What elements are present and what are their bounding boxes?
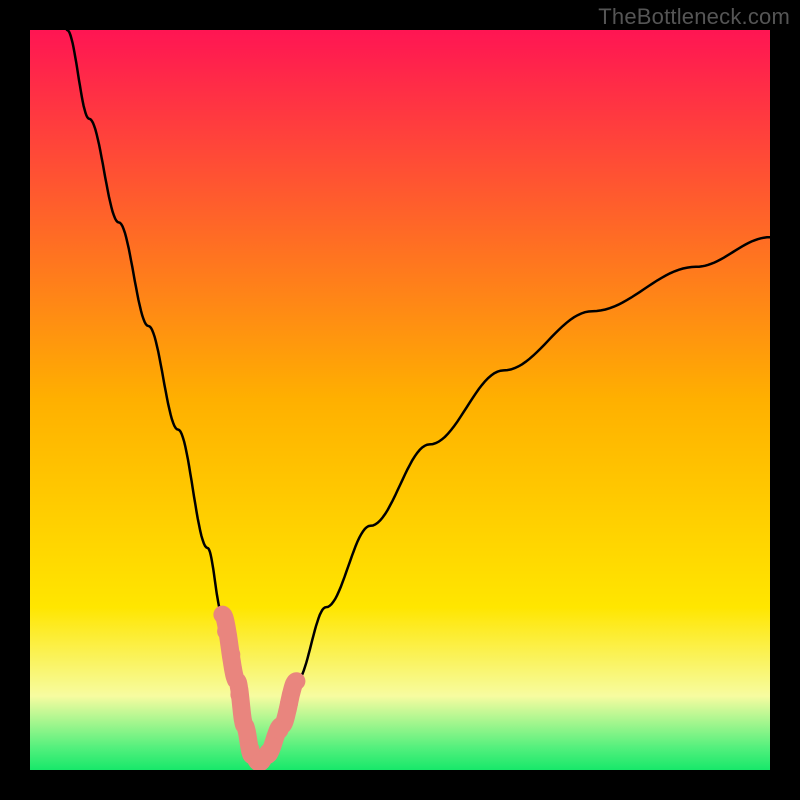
chart-svg [30,30,770,770]
highlight-dot [270,721,288,739]
watermark-text: TheBottleneck.com [598,4,790,30]
gradient-background [30,30,770,770]
highlight-dot [280,694,298,712]
highlight-dot [217,622,235,640]
chart-container: TheBottleneck.com [0,0,800,800]
plot-area [30,30,770,770]
highlight-dot [259,743,277,761]
highlight-dot [230,686,248,704]
highlight-dot [222,646,240,664]
